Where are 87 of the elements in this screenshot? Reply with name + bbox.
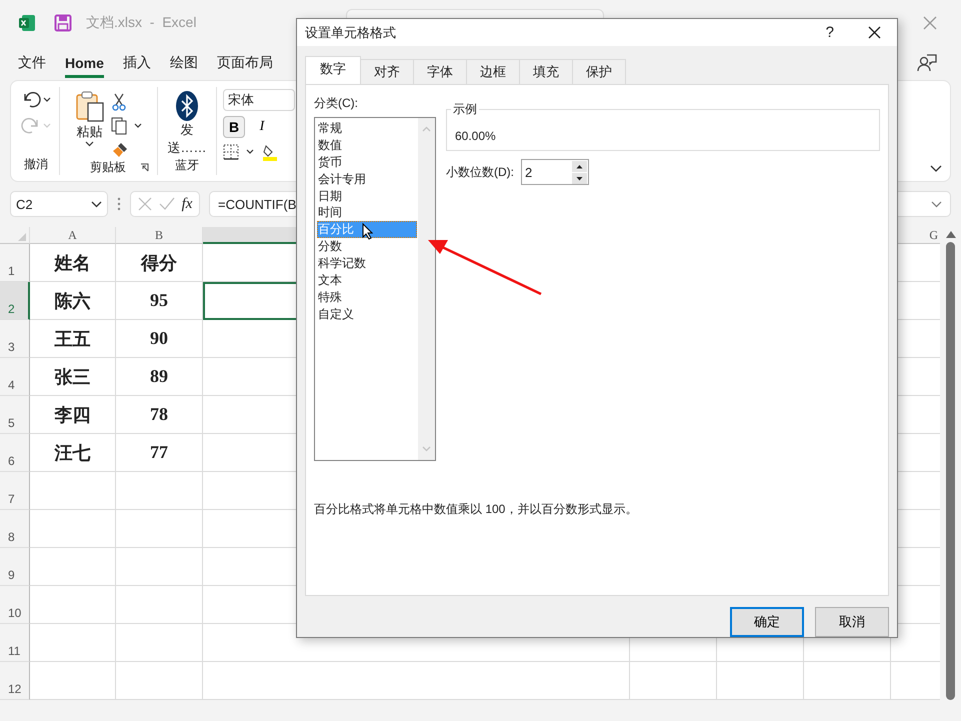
- row-header[interactable]: 1: [0, 244, 30, 282]
- row-header[interactable]: 5: [0, 396, 30, 434]
- chevron-down-icon: [91, 200, 102, 208]
- column-header[interactable]: A: [30, 227, 116, 244]
- menu-tab[interactable]: 绘图: [170, 48, 198, 78]
- list-item[interactable]: 时间: [317, 204, 417, 222]
- row-header[interactable]: 4: [0, 358, 30, 396]
- cancel-button[interactable]: 取消: [815, 607, 889, 637]
- row-header[interactable]: 12: [0, 662, 30, 700]
- close-icon[interactable]: [868, 26, 881, 39]
- menu-tab[interactable]: 文件: [18, 48, 46, 78]
- table-cell: 78: [116, 396, 203, 434]
- list-item[interactable]: 数值: [317, 136, 417, 154]
- bold-button[interactable]: B: [223, 116, 245, 138]
- dialog-tab[interactable]: 保护: [572, 59, 626, 84]
- sample-value: 60.00%: [455, 129, 496, 143]
- spin-up-icon[interactable]: [572, 160, 587, 172]
- dialog-tab[interactable]: 数字: [305, 56, 361, 84]
- paintbrush-icon[interactable]: [110, 141, 128, 159]
- table-cell: 77: [116, 434, 203, 472]
- groupbox-title: 示例: [451, 101, 479, 118]
- scroll-thumb[interactable]: [946, 242, 955, 700]
- menu-tab[interactable]: 页面布局: [216, 48, 273, 78]
- drag-handle-icon[interactable]: [117, 197, 121, 211]
- list-item[interactable]: 日期: [317, 188, 417, 204]
- ok-button[interactable]: 确定: [730, 607, 804, 637]
- fill-color-icon[interactable]: [263, 143, 277, 161]
- menu-tab[interactable]: 插入: [122, 48, 151, 78]
- table-cell: 李四: [30, 396, 116, 434]
- table-cell[interactable]: [203, 662, 630, 700]
- group-label: 剪贴板: [90, 159, 126, 176]
- chevron-down-icon[interactable]: [930, 165, 942, 173]
- window-title: 文档.xlsx - Excel: [86, 14, 196, 32]
- list-item[interactable]: 分数: [317, 238, 417, 256]
- list-item[interactable]: 货币: [317, 154, 417, 171]
- column-header[interactable]: B: [116, 227, 203, 244]
- list-item[interactable]: 会计专用: [317, 170, 417, 188]
- mouse-pointer-icon: [362, 223, 373, 240]
- group-label: 蓝牙: [175, 157, 199, 174]
- spreadsheet-app-icon: [18, 14, 36, 32]
- list-item[interactable]: 特殊: [317, 288, 417, 306]
- row-header[interactable]: 6: [0, 434, 30, 472]
- help-button[interactable]: ?: [826, 24, 834, 41]
- format-description: 百分比格式将单元格中数值乘以 100，并以百分数形式显示。: [314, 501, 638, 518]
- list-item[interactable]: 文本: [317, 272, 417, 289]
- copy-icon[interactable]: [110, 117, 142, 135]
- scroll-up-icon[interactable]: [946, 231, 956, 238]
- caret-icon: [85, 141, 94, 147]
- table-cell: 90: [116, 320, 203, 358]
- row-header[interactable]: 3: [0, 320, 30, 358]
- row-header[interactable]: 9: [0, 548, 30, 586]
- list-item[interactable]: 自定义: [317, 306, 417, 323]
- decimal-places-spinner[interactable]: 2: [521, 159, 589, 185]
- scissors-icon[interactable]: [110, 93, 126, 111]
- group-label: 撤消: [24, 156, 48, 173]
- name-box[interactable]: C2: [10, 191, 108, 217]
- table-cell: 张三: [30, 358, 116, 396]
- row-header[interactable]: 10: [0, 586, 30, 624]
- dialog-launcher-icon[interactable]: [140, 163, 149, 172]
- dialog-title: 设置单元格格式: [305, 24, 396, 42]
- save-icon[interactable]: [54, 14, 72, 32]
- category-label: 分类(C):: [314, 95, 359, 112]
- decimal-places-label: 小数位数(D):: [446, 164, 514, 180]
- font-name-field[interactable]: 宋体: [223, 89, 295, 111]
- clipboard-icon: [74, 91, 104, 123]
- table-cell: 陈六: [30, 282, 116, 320]
- italic-button[interactable]: I: [251, 116, 273, 138]
- table-cell: 95: [116, 282, 203, 320]
- row-header[interactable]: 8: [0, 510, 30, 548]
- row-header[interactable]: 11: [0, 624, 30, 662]
- list-item[interactable]: 常规: [317, 120, 417, 137]
- insert-function-button[interactable]: fx: [182, 196, 192, 212]
- table-cell: 姓名: [30, 244, 116, 282]
- send-button[interactable]: 发送……: [166, 91, 208, 157]
- table-cell: 得分: [116, 244, 203, 282]
- paste-button[interactable]: 粘贴: [74, 91, 104, 147]
- list-item[interactable]: 科学记数: [317, 255, 417, 272]
- spin-down-icon[interactable]: [572, 172, 587, 184]
- row-header[interactable]: 2: [0, 282, 30, 320]
- comment-icon[interactable]: [917, 53, 937, 73]
- table-cell: 89: [116, 358, 203, 396]
- bluetooth-icon: [176, 91, 198, 121]
- row-header[interactable]: 7: [0, 472, 30, 510]
- check-icon[interactable]: [158, 197, 175, 211]
- table-cell: 汪七: [30, 434, 116, 472]
- table-cell: 王五: [30, 320, 116, 358]
- triangle-icon: [18, 233, 26, 241]
